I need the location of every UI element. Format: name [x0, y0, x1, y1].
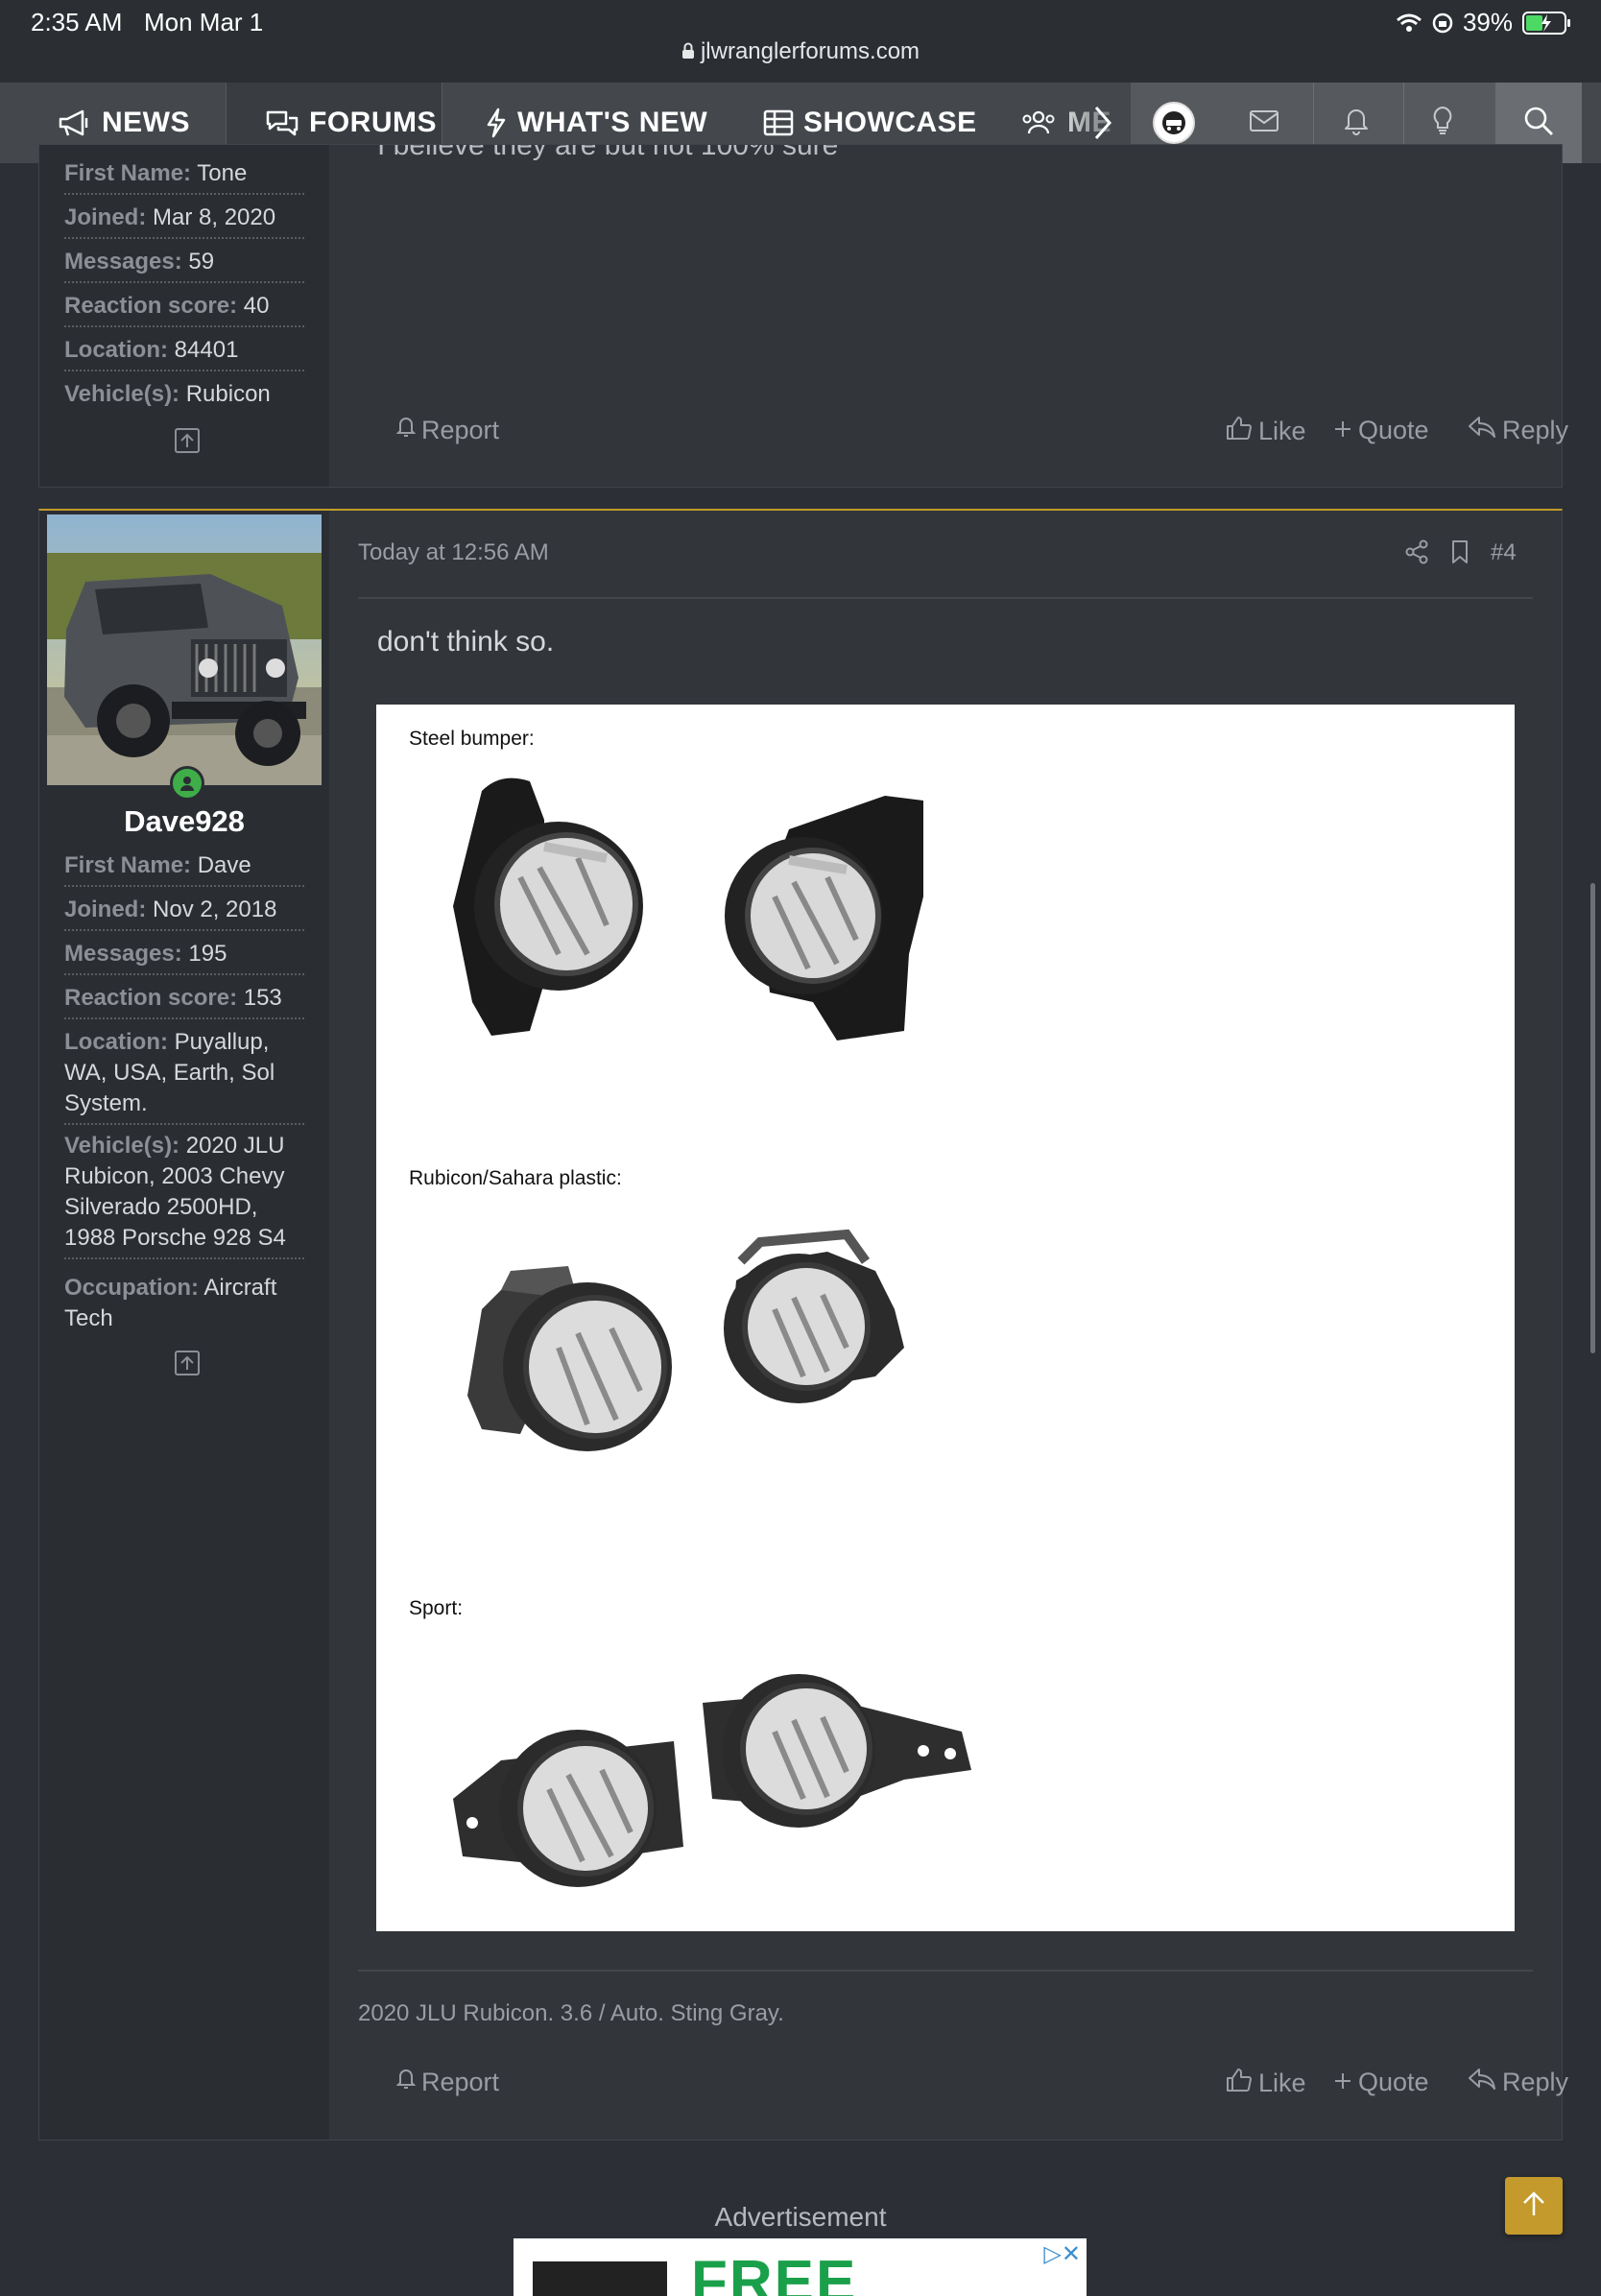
quote-label: Quote [1358, 2068, 1429, 2096]
lightning-icon [485, 108, 508, 138]
caption-sport: Sport: [409, 1597, 464, 1619]
bell-icon [395, 416, 417, 445]
battery-percent: 39% [1462, 8, 1513, 36]
nav-forums-label: FORUMS [309, 107, 437, 138]
plus-icon [1333, 416, 1352, 445]
like-button[interactable]: Like [1226, 416, 1306, 447]
quote-button[interactable]: Quote [1333, 416, 1429, 445]
wifi-icon [1396, 12, 1422, 34]
quote-label: Quote [1358, 416, 1429, 444]
message-text: I believe they are but not 100% sure [377, 145, 839, 161]
advertisement-label: Advertisement [714, 2202, 887, 2232]
like-label: Like [1258, 2069, 1306, 2097]
post-timestamp[interactable]: Today at 12:56 AM [358, 539, 549, 566]
message-user-panel: First Name: Tone Joined: Mar 8, 2020 Mes… [39, 145, 329, 487]
reply-label: Reply [1502, 416, 1569, 444]
ad-headline: FREE SHIPPING [691, 2249, 858, 2296]
status-date: Mon Mar 1 [144, 8, 264, 36]
report-link[interactable]: Report [395, 416, 500, 445]
status-bar: 2:35 AM Mon Mar 1 39% jlwranglerforums.c… [0, 0, 1601, 83]
quote-button[interactable]: Quote [1333, 2068, 1429, 2097]
bell-icon [1343, 107, 1370, 140]
ad-close-icon[interactable]: ▷✕ [1043, 2240, 1081, 2268]
like-button[interactable]: Like [1226, 2068, 1306, 2099]
caption-steel-bumper: Steel bumper: [409, 728, 535, 750]
battery-charging-icon [1522, 11, 1572, 35]
online-status-icon [170, 766, 204, 801]
avatar[interactable] [47, 514, 322, 785]
reply-arrow-icon [1468, 2068, 1496, 2097]
reply-button[interactable]: Reply [1468, 2068, 1568, 2097]
user-info-joined: Joined: Mar 8, 2020 [64, 203, 304, 239]
user-info-messages: Messages: 59 [64, 247, 304, 283]
message-body: I believe they are but not 100% sure Rep… [329, 145, 1568, 487]
fog-light-photo-sport [424, 1655, 1000, 1928]
reply-button[interactable]: Reply [1468, 416, 1568, 445]
nav-scroll-right-icon[interactable] [1092, 104, 1113, 147]
post-previous: First Name: Tone Joined: Mar 8, 2020 Mes… [38, 144, 1568, 488]
status-indicators: 39% [1396, 8, 1572, 37]
share-icon[interactable] [1404, 539, 1429, 569]
megaphone-icon [58, 108, 92, 137]
fog-light-photo-plastic [424, 1223, 962, 1496]
address-bar[interactable]: jlwranglerforums.com [0, 38, 1601, 66]
page-scrollbar[interactable] [1590, 883, 1595, 1353]
nav-news-label: NEWS [102, 107, 190, 138]
message-user-panel: Dave928 First Name: Dave Joined: Nov 2, … [39, 511, 329, 2140]
envelope-icon [1249, 109, 1279, 137]
nav-showcase-label: SHOWCASE [803, 107, 977, 138]
report-link[interactable]: Report [395, 2068, 500, 2097]
attached-image[interactable]: Steel bumper: Rubicon/Sahara plastic: Sp… [376, 705, 1515, 1931]
report-label: Report [421, 2068, 500, 2096]
grid-icon [763, 108, 794, 137]
user-info-first-name: First Name: Dave [64, 850, 304, 887]
reply-label: Reply [1502, 2068, 1569, 2096]
lock-icon [681, 39, 695, 66]
user-info-first-name: First Name: Tone [64, 158, 304, 195]
plus-icon [1333, 2068, 1352, 2097]
chat-bubbles-icon [265, 108, 299, 137]
collapse-up-icon[interactable] [174, 427, 201, 459]
fog-light-photo-steel [424, 762, 962, 1055]
orientation-lock-icon [1432, 12, 1453, 34]
reply-arrow-icon [1468, 416, 1496, 445]
user-info-reaction-score: Reaction score: 40 [64, 291, 304, 327]
username-link[interactable]: Dave928 [39, 804, 329, 839]
bookmark-icon[interactable] [1450, 539, 1470, 569]
collapse-up-icon[interactable] [174, 1350, 201, 1381]
thumbs-up-icon [1226, 2068, 1253, 2099]
user-info-messages: Messages: 195 [64, 939, 304, 975]
like-label: Like [1258, 417, 1306, 445]
user-info-occupation: Occupation: Aircraft Tech [64, 1275, 277, 1331]
lightbulb-icon [1431, 106, 1454, 141]
message-text: don't think so. [377, 626, 555, 658]
user-avatar-icon [1153, 102, 1195, 144]
user-info-vehicles: Vehicle(s): 2020 JLU Rubicon, 2003 Chevy… [64, 1131, 304, 1259]
user-info-location: Location: 84401 [64, 335, 304, 371]
post-number[interactable]: #4 [1491, 539, 1517, 566]
advertisement-banner[interactable]: FREE SHIPPING ▷✕ [514, 2238, 1087, 2296]
user-info-reaction-score: Reaction score: 153 [64, 983, 304, 1019]
caption-rubicon-sahara-plastic: Rubicon/Sahara plastic: [409, 1167, 622, 1189]
report-label: Report [421, 416, 500, 444]
thumbs-up-icon [1226, 416, 1253, 447]
user-info-vehicles: Vehicle(s): Rubicon [64, 381, 271, 407]
url-text: jlwranglerforums.com [700, 38, 920, 64]
bell-icon [395, 2068, 417, 2097]
user-info-joined: Joined: Nov 2, 2018 [64, 895, 304, 931]
search-icon [1523, 106, 1554, 141]
user-info-location: Location: Puyallup, WA, USA, Earth, Sol … [64, 1027, 304, 1125]
nav-whats-new-label: WHAT'S NEW [517, 107, 708, 138]
signature: 2020 JLU Rubicon. 3.6 / Auto. Sting Gray… [358, 2000, 784, 2026]
status-time: 2:35 AM [31, 8, 123, 36]
